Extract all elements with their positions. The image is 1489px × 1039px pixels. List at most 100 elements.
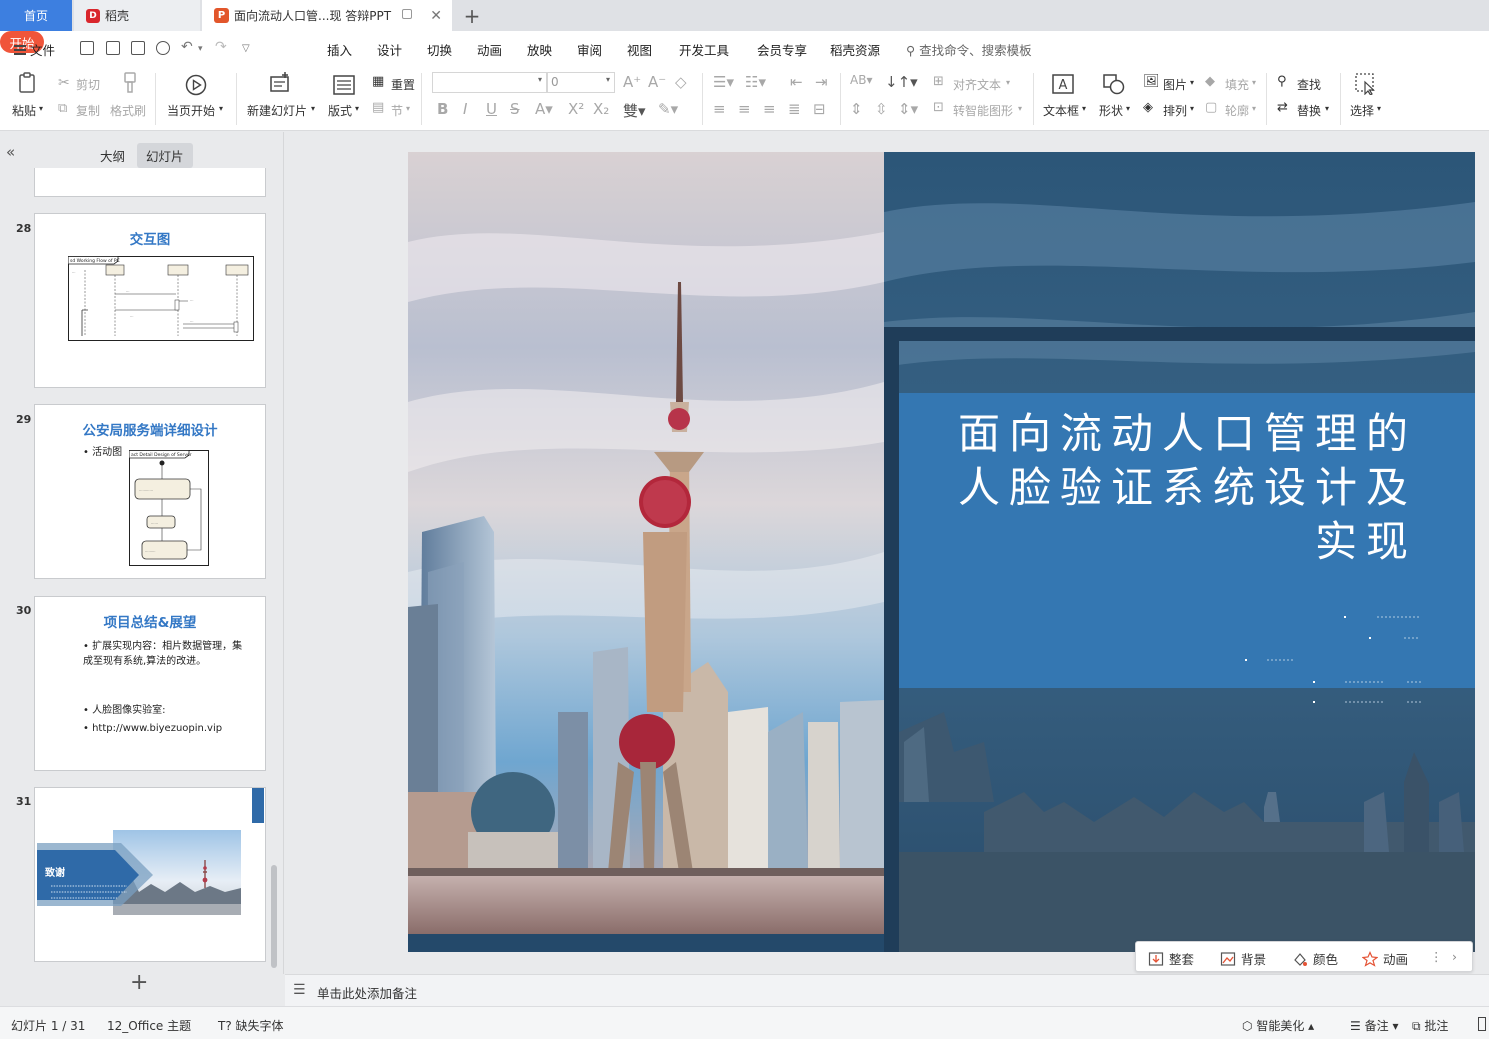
paragraph-spacing-icon[interactable]: ⇳ bbox=[875, 100, 888, 118]
text-box-icon[interactable]: A bbox=[1052, 73, 1074, 95]
superscript-icon[interactable]: X² bbox=[568, 100, 584, 118]
italic-icon[interactable]: I bbox=[463, 100, 467, 118]
chevron-down-icon[interactable]: ▾ bbox=[1252, 104, 1256, 113]
redo-icon[interactable]: ↷ bbox=[215, 39, 227, 55]
smart-art-button[interactable]: 转智能图形 bbox=[953, 102, 1013, 119]
chevron-down-icon[interactable]: ▾ bbox=[39, 104, 43, 113]
template-set-button[interactable]: 整套 bbox=[1148, 949, 1194, 968]
collapse-panel-icon[interactable]: « bbox=[6, 143, 15, 161]
phonetic-icon[interactable]: 雙▾ bbox=[623, 100, 646, 121]
chevron-down-icon[interactable]: ▾ bbox=[311, 104, 315, 113]
fill-button[interactable]: 填充 bbox=[1225, 76, 1249, 93]
shape-button[interactable]: 形状 bbox=[1099, 102, 1123, 119]
menu-review[interactable]: 审阅 bbox=[577, 40, 602, 59]
decrease-indent-icon[interactable]: ⇤ bbox=[790, 73, 803, 91]
chevron-down-icon[interactable]: ▾ bbox=[198, 44, 203, 54]
comments-button[interactable]: ⧉ 批注 bbox=[1412, 1017, 1448, 1034]
new-slide-icon[interactable] bbox=[269, 72, 291, 94]
paste-icon[interactable] bbox=[17, 72, 39, 94]
menu-design[interactable]: 设计 bbox=[377, 40, 402, 59]
tab-outline[interactable]: 大纲 bbox=[100, 146, 125, 165]
chevron-down-icon[interactable]: ▾ bbox=[219, 104, 223, 113]
file-menu[interactable]: 文件 bbox=[14, 40, 55, 59]
highlight-icon[interactable]: ✎▾ bbox=[658, 100, 678, 118]
align-text-button[interactable]: 对齐文本 bbox=[953, 76, 1001, 93]
menu-developer[interactable]: 开发工具 bbox=[679, 40, 729, 59]
slide-thumbnail[interactable]: 交互图 sd Working Flow of PC … … … … … bbox=[34, 213, 266, 388]
print-icon[interactable] bbox=[131, 41, 145, 55]
save-icon[interactable] bbox=[80, 41, 94, 55]
cut-button[interactable]: 剪切 bbox=[76, 76, 100, 93]
bold-icon[interactable]: B bbox=[437, 100, 448, 118]
underline-icon[interactable]: U bbox=[486, 100, 497, 118]
select-button[interactable]: 选择 bbox=[1350, 102, 1374, 119]
notes-bar[interactable]: ☰ 单击此处添加备注 bbox=[285, 974, 1489, 1006]
play-from-current-button[interactable]: 当页开始 bbox=[167, 102, 215, 119]
text-direction-icon[interactable]: AB▾ bbox=[850, 73, 872, 87]
chevron-right-icon[interactable]: › bbox=[1452, 949, 1457, 964]
current-slide[interactable]: 面向流动人口管理的人脸验证系统设计及实现 bbox=[408, 152, 1475, 952]
menu-transition[interactable]: 切换 bbox=[427, 40, 452, 59]
menu-slideshow[interactable]: 放映 bbox=[527, 40, 552, 59]
tab-slides[interactable]: 幻灯片 bbox=[137, 143, 193, 168]
decrease-font-icon[interactable]: A⁻ bbox=[648, 73, 666, 91]
play-icon[interactable] bbox=[185, 74, 207, 96]
shape-icon[interactable] bbox=[1103, 73, 1125, 95]
text-box-button[interactable]: 文本框 bbox=[1043, 102, 1079, 119]
paste-button[interactable]: 粘贴 bbox=[12, 102, 36, 119]
customize-icon[interactable]: ▽ bbox=[242, 43, 250, 54]
find-button[interactable]: 查找 bbox=[1297, 76, 1321, 93]
undo-icon[interactable]: ↶ bbox=[181, 39, 193, 55]
layout-button[interactable]: 版式 bbox=[328, 102, 352, 119]
align-left-icon[interactable]: ≡ bbox=[713, 100, 726, 118]
font-family-select[interactable]: ▾ bbox=[432, 72, 547, 93]
picture-button[interactable]: 图片 bbox=[1163, 76, 1187, 93]
more-options-icon[interactable]: ⋮ bbox=[1430, 949, 1443, 964]
export-pdf-icon[interactable] bbox=[106, 41, 120, 55]
normal-view-icon[interactable] bbox=[1478, 1017, 1486, 1031]
replace-button[interactable]: 替换 bbox=[1297, 102, 1321, 119]
menu-view[interactable]: 视图 bbox=[627, 40, 652, 59]
copy-button[interactable]: 复制 bbox=[76, 102, 100, 119]
chevron-down-icon[interactable]: ▾ bbox=[1252, 78, 1256, 87]
numbering-icon[interactable]: ☷▾ bbox=[745, 73, 766, 91]
distribute-icon[interactable]: ⊟ bbox=[813, 100, 826, 118]
increase-indent-icon[interactable]: ⇥ bbox=[815, 73, 828, 91]
tab-document[interactable]: P 面向流动人口管...现 答辩PPT ✕ bbox=[202, 0, 452, 31]
panel-scrollbar[interactable] bbox=[271, 865, 277, 968]
align-right-icon[interactable]: ≡ bbox=[763, 100, 776, 118]
layout-icon[interactable] bbox=[333, 74, 355, 96]
outline-button[interactable]: 轮廓 bbox=[1225, 102, 1249, 119]
justify-icon[interactable]: ≣ bbox=[788, 100, 801, 118]
new-tab-button[interactable]: + bbox=[462, 0, 482, 31]
smart-beautify-button[interactable]: ⬡ 智能美化 ▴ bbox=[1242, 1017, 1314, 1034]
menu-insert[interactable]: 插入 bbox=[327, 40, 352, 59]
chevron-down-icon[interactable]: ▾ bbox=[1006, 78, 1010, 87]
notes-placeholder[interactable]: 单击此处添加备注 bbox=[317, 983, 417, 1002]
missing-font-indicator[interactable]: T? 缺失字体 bbox=[218, 1017, 284, 1034]
font-size-select[interactable]: 0 ▾ bbox=[547, 72, 615, 93]
arrange-button[interactable]: 排列 bbox=[1163, 102, 1187, 119]
chevron-down-icon[interactable]: ▾ bbox=[1377, 104, 1381, 113]
chevron-down-icon[interactable]: ▾ bbox=[1190, 104, 1194, 113]
chevron-down-icon[interactable]: ▾ bbox=[1190, 78, 1194, 87]
subscript-icon[interactable]: X₂ bbox=[593, 100, 609, 118]
chevron-down-icon[interactable]: ▾ bbox=[1082, 104, 1086, 113]
animation-button[interactable]: 动画 bbox=[1362, 949, 1408, 968]
slide-thumbnail[interactable]: 致谢 bbox=[34, 787, 266, 962]
menu-member[interactable]: 会员专享 bbox=[757, 40, 807, 59]
slide-thumbnail[interactable]: 公安局服务端详细设计 • 活动图 act Detail Design of Se… bbox=[34, 404, 266, 579]
slide-thumbnail[interactable] bbox=[34, 168, 266, 197]
menu-animation[interactable]: 动画 bbox=[477, 40, 502, 59]
notes-toggle-button[interactable]: ☰ 备注 ▾ bbox=[1350, 1017, 1398, 1034]
chevron-down-icon[interactable]: ▾ bbox=[406, 104, 410, 113]
bullets-icon[interactable]: ☰▾ bbox=[713, 73, 734, 91]
spacing-menu-icon[interactable]: ⇕▾ bbox=[898, 100, 918, 118]
increase-font-icon[interactable]: A⁺ bbox=[623, 73, 641, 91]
strikethrough-icon[interactable]: S bbox=[510, 100, 520, 118]
select-icon[interactable] bbox=[1355, 73, 1377, 95]
chevron-down-icon[interactable]: ▾ bbox=[1325, 104, 1329, 113]
reset-button[interactable]: 重置 bbox=[391, 76, 415, 93]
add-slide-button[interactable]: + bbox=[130, 970, 148, 995]
line-spacing-icon[interactable]: ⇕ bbox=[850, 100, 863, 118]
